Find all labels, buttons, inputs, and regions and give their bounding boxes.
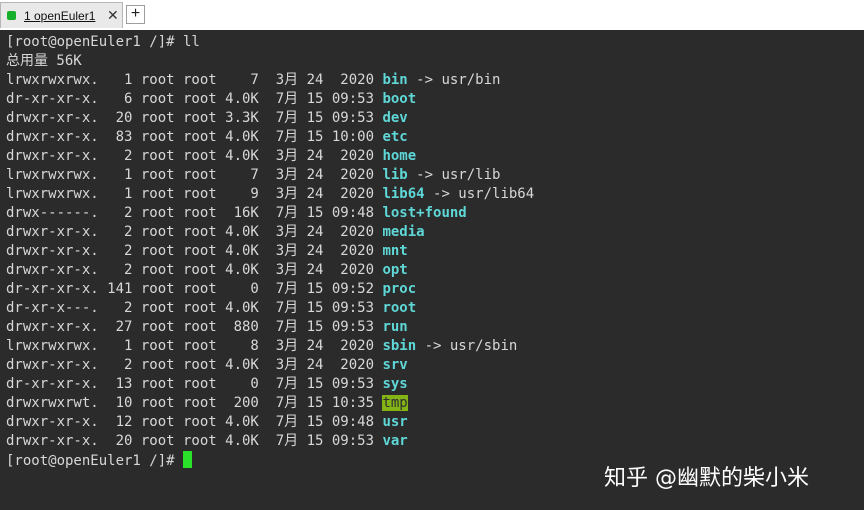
file-name: sbin xyxy=(382,338,417,354)
file-metadata: lrwxrwxrwx. 1 root root 7 3月 24 2020 xyxy=(6,167,383,183)
file-name: proc xyxy=(382,281,417,297)
file-name: sys xyxy=(382,376,408,392)
terminal-line: [root@openEuler1 /]# ll xyxy=(6,33,534,52)
file-metadata: drwxr-xr-x. 2 root root 4.0K 3月 24 2020 xyxy=(6,148,383,164)
file-name: var xyxy=(382,433,408,449)
file-metadata: dr-xr-xr-x. 141 root root 0 7月 15 09:52 xyxy=(6,281,383,297)
terminal-line: [root@openEuler1 /]# xyxy=(6,451,534,470)
terminal-line: drwxrwxrwt. 10 root root 200 7月 15 10:35… xyxy=(6,394,534,413)
file-name: home xyxy=(382,148,417,164)
file-name: root xyxy=(382,300,417,316)
file-name: opt xyxy=(382,262,408,278)
link-target: -> usr/lib xyxy=(407,167,501,183)
terminal-line: drwxr-xr-x. 2 root root 4.0K 3月 24 2020 … xyxy=(6,242,534,261)
file-metadata: drwxr-xr-x. 2 root root 4.0K 3月 24 2020 xyxy=(6,243,383,259)
file-metadata: drwxr-xr-x. 2 root root 4.0K 3月 24 2020 xyxy=(6,357,383,373)
session-tab-label: 1 openEuler1 xyxy=(24,9,96,23)
tab-bar: 1 openEuler1 ✕ + xyxy=(0,0,864,31)
terminal-line: drwxr-xr-x. 12 root root 4.0K 7月 15 09:4… xyxy=(6,413,534,432)
terminal-line: drwxr-xr-x. 27 root root 880 7月 15 09:53… xyxy=(6,318,534,337)
terminal-line: drwxr-xr-x. 83 root root 4.0K 7月 15 10:0… xyxy=(6,128,534,147)
file-metadata: lrwxrwxrwx. 1 root root 7 3月 24 2020 xyxy=(6,72,383,88)
link-target: -> usr/lib64 xyxy=(424,186,535,202)
file-metadata: drwx------. 2 root root 16K 7月 15 09:48 xyxy=(6,205,383,221)
file-metadata: drwxr-xr-x. 20 root root 3.3K 7月 15 09:5… xyxy=(6,110,383,126)
terminal-line: dr-xr-x---. 2 root root 4.0K 7月 15 09:53… xyxy=(6,299,534,318)
terminal-line: lrwxrwxrwx. 1 root root 8 3月 24 2020 sbi… xyxy=(6,337,534,356)
file-name: lib xyxy=(382,167,408,183)
file-name: lost+found xyxy=(382,205,467,221)
terminal-line: lrwxrwxrwx. 1 root root 9 3月 24 2020 lib… xyxy=(6,185,534,204)
file-name: run xyxy=(382,319,408,335)
file-name: dev xyxy=(382,110,408,126)
file-metadata: lrwxrwxrwx. 1 root root 9 3月 24 2020 xyxy=(6,186,383,202)
file-name: bin xyxy=(382,72,408,88)
terminal-output[interactable]: [root@openEuler1 /]# ll 总用量 56K lrwxrwxrwx… xyxy=(0,30,864,510)
terminal-line: drwxr-xr-x. 2 root root 4.0K 3月 24 2020 … xyxy=(6,223,534,242)
file-name: boot xyxy=(382,91,417,107)
link-target: -> usr/bin xyxy=(407,72,501,88)
terminal-line: lrwxrwxrwx. 1 root root 7 3月 24 2020 lib… xyxy=(6,166,534,185)
output-text: 总用量 56K xyxy=(6,53,82,69)
terminal-line: 总用量 56K xyxy=(6,52,534,71)
terminal-line: drwxr-xr-x. 2 root root 4.0K 3月 24 2020 … xyxy=(6,147,534,166)
terminal-line: drwxr-xr-x. 20 root root 4.0K 7月 15 09:5… xyxy=(6,432,534,451)
file-metadata: dr-xr-xr-x. 6 root root 4.0K 7月 15 09:53 xyxy=(6,91,383,107)
terminal-line: lrwxrwxrwx. 1 root root 7 3月 24 2020 bin… xyxy=(6,71,534,90)
file-name: usr xyxy=(382,414,408,430)
watermark: 知乎 @幽默的柴小米 xyxy=(604,466,809,491)
terminal-lines: [root@openEuler1 /]# ll 总用量 56K lrwxrwxrwx… xyxy=(6,33,534,470)
session-tab[interactable]: 1 openEuler1 ✕ xyxy=(0,2,123,28)
terminal-line: dr-xr-xr-x. 6 root root 4.0K 7月 15 09:53… xyxy=(6,90,534,109)
file-metadata: lrwxrwxrwx. 1 root root 8 3月 24 2020 xyxy=(6,338,383,354)
close-icon[interactable]: ✕ xyxy=(107,7,119,24)
file-metadata: dr-xr-x---. 2 root root 4.0K 7月 15 09:53 xyxy=(6,300,383,316)
link-target: -> usr/sbin xyxy=(416,338,518,354)
file-name: etc xyxy=(382,129,408,145)
file-metadata: drwxr-xr-x. 83 root root 4.0K 7月 15 10:0… xyxy=(6,129,383,145)
file-name: tmp xyxy=(382,395,408,411)
cursor-icon xyxy=(183,451,193,468)
terminal-line: drwxr-xr-x. 2 root root 4.0K 3月 24 2020 … xyxy=(6,356,534,375)
terminal-line: drwx------. 2 root root 16K 7月 15 09:48 … xyxy=(6,204,534,223)
file-metadata: drwxr-xr-x. 20 root root 4.0K 7月 15 09:5… xyxy=(6,433,383,449)
file-metadata: drwxr-xr-x. 12 root root 4.0K 7月 15 09:4… xyxy=(6,414,383,430)
prompt-text: [root@openEuler1 /]# xyxy=(6,453,184,469)
session-status-icon xyxy=(7,11,16,20)
output-text: [root@openEuler1 /]# ll xyxy=(6,34,200,50)
file-metadata: drwxr-xr-x. 2 root root 4.0K 3月 24 2020 xyxy=(6,262,383,278)
file-name: lib64 xyxy=(382,186,425,202)
terminal-line: dr-xr-xr-x. 141 root root 0 7月 15 09:52 … xyxy=(6,280,534,299)
file-metadata: drwxr-xr-x. 2 root root 4.0K 3月 24 2020 xyxy=(6,224,383,240)
file-metadata: drwxr-xr-x. 27 root root 880 7月 15 09:53 xyxy=(6,319,383,335)
file-metadata: dr-xr-xr-x. 13 root root 0 7月 15 09:53 xyxy=(6,376,383,392)
terminal-line: drwxr-xr-x. 20 root root 3.3K 7月 15 09:5… xyxy=(6,109,534,128)
file-name: media xyxy=(382,224,425,240)
new-tab-button[interactable]: + xyxy=(126,5,145,24)
terminal-line: drwxr-xr-x. 2 root root 4.0K 3月 24 2020 … xyxy=(6,261,534,280)
terminal-line: dr-xr-xr-x. 13 root root 0 7月 15 09:53 s… xyxy=(6,375,534,394)
file-metadata: drwxrwxrwt. 10 root root 200 7月 15 10:35 xyxy=(6,395,383,411)
file-name: mnt xyxy=(382,243,408,259)
file-name: srv xyxy=(382,357,408,373)
